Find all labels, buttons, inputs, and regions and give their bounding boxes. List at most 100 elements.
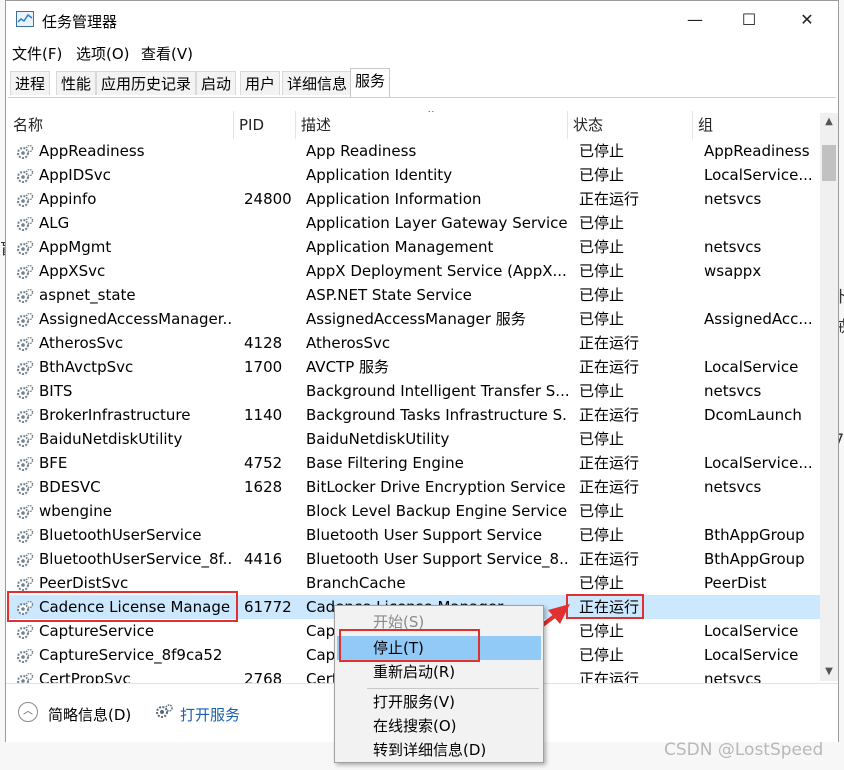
service-name: Appinfo	[39, 190, 97, 208]
tab-users[interactable]: 用户	[240, 71, 281, 95]
service-name: ALG	[39, 214, 70, 232]
service-gear-icon	[16, 215, 34, 231]
service-description: Base Filtering Engine	[306, 454, 464, 472]
service-description: Block Level Backup Engine Service	[306, 502, 568, 520]
service-row[interactable]: BDESVC 1628 BitLocker Drive Encryption Ser…	[8, 475, 820, 499]
tab-processes[interactable]: 进程	[10, 71, 51, 95]
column-header-status[interactable]: 状态	[568, 111, 693, 139]
service-row[interactable]: Appinfo 24800 Application Information 正在运行 n…	[8, 187, 820, 211]
highlight-service-name-box	[7, 591, 238, 622]
service-status: 正在运行	[579, 358, 640, 376]
service-description: Application Identity	[306, 166, 453, 184]
tab-startup[interactable]: 启动	[196, 71, 237, 95]
service-group: netsvcs	[704, 190, 762, 208]
tab-performance[interactable]: 性能	[56, 71, 97, 95]
service-name: wbengine	[39, 502, 112, 520]
service-status: 已停止	[579, 142, 625, 160]
menu-file[interactable]: 文件(F)	[12, 43, 62, 64]
service-name: CaptureService_8f9ca52	[39, 646, 223, 664]
menu-view[interactable]: 查看(V)	[141, 43, 193, 64]
scroll-up-arrow-icon[interactable]: ▲	[820, 113, 838, 131]
service-group: LocalService	[704, 358, 799, 376]
service-row[interactable]: AppReadiness App Readiness 已停止 AppReadiness	[8, 139, 820, 163]
service-pid: 4752	[244, 454, 283, 472]
service-row[interactable]: BluetoothUserService_8f... 4416 Bluetooth …	[8, 547, 820, 571]
menu-options[interactable]: 选项(O)	[76, 43, 130, 64]
service-row[interactable]: AppXSvc AppX Deployment Service (AppX... 已…	[8, 259, 820, 283]
column-header-name[interactable]: 名称	[8, 111, 234, 139]
service-group: LocalService...	[704, 166, 813, 184]
service-status: 已停止	[579, 382, 625, 400]
tab-services[interactable]: 服务	[350, 68, 391, 97]
service-description: BranchCache	[306, 574, 406, 592]
vertical-scrollbar[interactable]: ▲ ▼	[820, 113, 838, 681]
service-name: BluetoothUserService	[39, 526, 202, 544]
service-row[interactable]: wbengine Block Level Backup Engine Servic…	[8, 499, 820, 523]
service-row[interactable]: AtherosSvc 4128 AtherosSvc 正在运行	[8, 331, 820, 355]
service-row[interactable]: BFE 4752 Base Filtering Engine 正在运行 LocalSer…	[8, 451, 820, 475]
service-name: BaiduNetdiskUtility	[39, 430, 183, 448]
service-description: App Readiness	[306, 142, 417, 160]
service-group: netsvcs	[704, 382, 762, 400]
service-description: AtherosSvc	[306, 334, 391, 352]
minimize-button[interactable]: —	[672, 5, 718, 35]
context-menu-search-online[interactable]: 在线搜索(O)	[337, 714, 541, 738]
service-row[interactable]: BrokerInfrastructure 1140 Background Tasks…	[8, 403, 820, 427]
tab-strip: 进程 性能 应用历史记录 启动 用户 详细信息 服务	[8, 68, 836, 98]
service-description: Background Tasks Infrastructure S...	[306, 406, 568, 424]
service-group: wsappx	[704, 262, 762, 280]
column-header-pid[interactable]: PID	[234, 111, 296, 139]
service-gear-icon	[16, 167, 34, 183]
scrollbar-thumb[interactable]	[822, 145, 836, 181]
service-row[interactable]: AssignedAccessManager... AssignedAccessMa…	[8, 307, 820, 331]
service-status: 已停止	[579, 238, 625, 256]
tab-app-history[interactable]: 应用历史记录	[96, 71, 197, 95]
service-description: Bluetooth User Support Service	[306, 526, 543, 544]
service-group: AssignedAcc...	[704, 310, 813, 328]
service-name: AtherosSvc	[39, 334, 124, 352]
service-status: 已停止	[579, 526, 625, 544]
service-group: LocalService	[704, 646, 799, 664]
title-bar: 任务管理器 — ☐ ✕	[6, 1, 838, 39]
service-row[interactable]: aspnet_state ASP.NET State Service 已停止	[8, 283, 820, 307]
service-gear-icon	[16, 191, 34, 207]
column-header-group[interactable]: 组	[693, 111, 820, 139]
service-group: netsvcs	[704, 478, 762, 496]
service-row[interactable]: ALG Application Layer Gateway Service 已停止	[8, 211, 820, 235]
service-row[interactable]: AppIDSvc Application Identity 已停止 LocalServ…	[8, 163, 820, 187]
close-button[interactable]: ✕	[784, 5, 830, 35]
context-menu-open-services[interactable]: 打开服务(V)	[337, 690, 541, 714]
collapse-chevron-icon[interactable]: ︿	[18, 702, 38, 722]
service-group: AppReadiness	[704, 142, 810, 160]
scroll-down-arrow-icon[interactable]: ▼	[820, 663, 838, 681]
service-group: BthAppGroup	[704, 550, 805, 568]
service-gear-icon	[16, 527, 34, 543]
service-gear-icon	[16, 263, 34, 279]
service-row[interactable]: AppMgmt Application Management 已停止 netsvcs	[8, 235, 820, 259]
service-row[interactable]: BthAvctpSvc 1700 AVCTP 服务 正在运行 LocalService	[8, 355, 820, 379]
service-gear-icon	[16, 431, 34, 447]
service-gear-icon	[16, 575, 34, 591]
context-menu-restart[interactable]: 重新启动(R)	[337, 660, 541, 684]
service-name: BDESVC	[39, 478, 101, 496]
service-status: 正在运行	[579, 478, 640, 496]
service-pid: 1700	[244, 358, 283, 376]
service-description: BaiduNetdiskUtility	[306, 430, 450, 448]
service-name: BluetoothUserService_8f...	[39, 550, 231, 568]
service-row[interactable]: BaiduNetdiskUtility BaiduNetdiskUtility 已停…	[8, 427, 820, 451]
service-name: aspnet_state	[39, 286, 136, 304]
open-services-link[interactable]: 打开服务	[180, 704, 240, 725]
service-status: 已停止	[579, 214, 625, 232]
service-row[interactable]: BluetoothUserService Bluetooth User Suppo…	[8, 523, 820, 547]
service-row[interactable]: BITS Background Intelligent Transfer S...…	[8, 379, 820, 403]
task-manager-app-icon	[16, 11, 34, 27]
tab-details[interactable]: 详细信息	[282, 71, 353, 95]
fewer-details-button[interactable]: 简略信息(D)	[48, 704, 131, 725]
context-menu-go-to-details[interactable]: 转到详细信息(D)	[337, 738, 541, 762]
maximize-button[interactable]: ☐	[726, 5, 772, 35]
services-gear-icon[interactable]	[154, 703, 174, 725]
service-name: BFE	[39, 454, 68, 472]
service-description: Application Layer Gateway Service	[306, 214, 568, 232]
service-group: BthAppGroup	[704, 526, 805, 544]
service-description: Bluetooth User Support Service_8...	[306, 550, 568, 568]
